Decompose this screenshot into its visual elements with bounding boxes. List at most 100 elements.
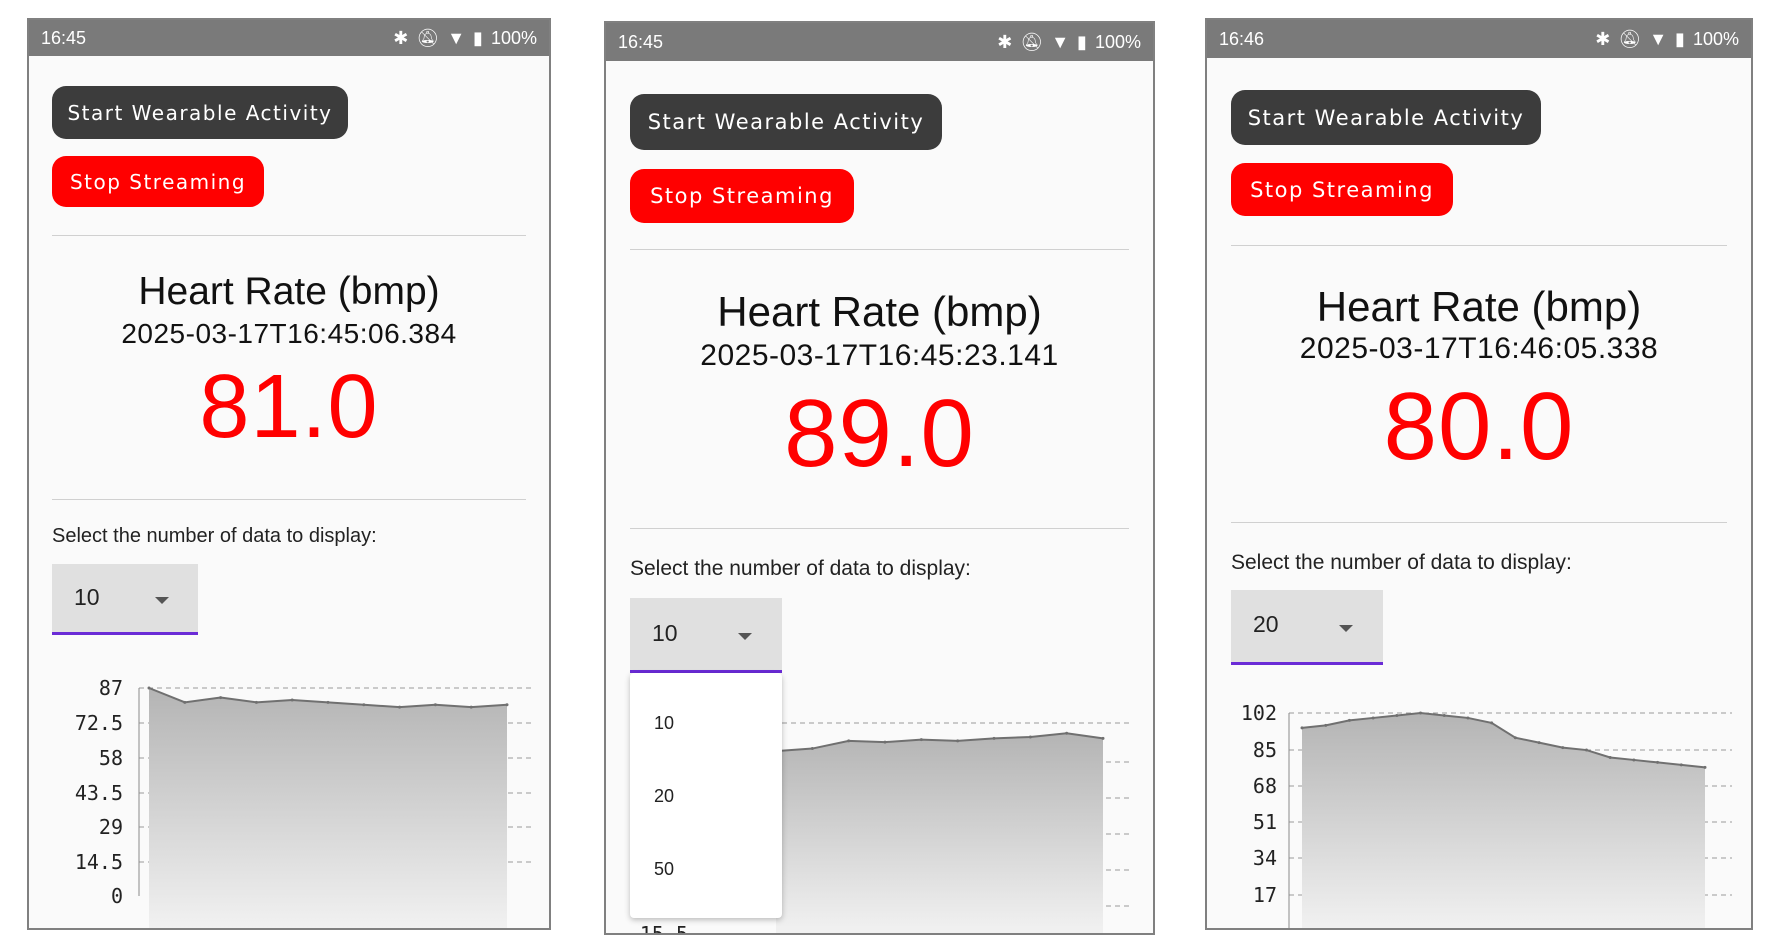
dropdown-option[interactable]: 10 — [654, 713, 674, 734]
y-tick-label: 51 — [1253, 810, 1277, 834]
chevron-down-icon — [1339, 625, 1353, 632]
data-point — [1324, 723, 1328, 727]
dropdown-menu: 10 20 50 — [630, 673, 782, 918]
y-tick-label: 14.5 — [75, 850, 123, 874]
y-tick-label: 68 — [1253, 774, 1277, 798]
data-point — [1371, 716, 1375, 720]
divider — [630, 528, 1129, 529]
heart-rate-chart: 102 85 68 51 34 17 — [1241, 701, 1732, 928]
phone-screen-2: 16:45 ✱ 🔕︎ ▼ ▮ 100% Start Wearable Activ… — [604, 21, 1155, 935]
data-point — [290, 698, 294, 702]
data-point — [810, 747, 814, 751]
y-tick-label: 34 — [1253, 846, 1277, 870]
status-bar: 16:46 ✱ 🔕︎ ▼ ▮ 100% — [1207, 20, 1751, 58]
heart-rate-title: Heart Rate (bmp) — [717, 288, 1042, 335]
stop-streaming-button[interactable]: Stop Streaming — [1231, 163, 1453, 216]
data-point — [433, 703, 437, 707]
data-point — [183, 700, 187, 704]
divider — [52, 235, 526, 236]
y-tick-label: 72.5 — [75, 711, 123, 735]
phone-screen-3: 16:46 ✱ 🔕︎ ▼ ▮ 100% Start Wearable Activ… — [1205, 18, 1753, 930]
y-tick-label: 0 — [111, 884, 123, 908]
timestamp: 2025-03-17T16:46:05.338 — [1299, 332, 1659, 365]
data-point — [1442, 713, 1446, 717]
data-point — [254, 700, 258, 704]
data-point — [1537, 741, 1541, 745]
bluetooth-icon: ✱ — [393, 27, 409, 48]
chevron-down-icon — [155, 597, 169, 604]
bluetooth-icon: ✱ — [997, 31, 1013, 52]
data-count-select[interactable]: 10 — [52, 564, 198, 635]
select-value: 10 — [652, 620, 678, 646]
heart-rate-title: Heart Rate (bmp) — [1316, 283, 1642, 330]
status-time: 16:46 — [1219, 28, 1265, 49]
battery-level: 100% — [1692, 28, 1739, 49]
status-bar: 16:45 ✱ 🔕︎ ▼ ▮ 100% — [29, 20, 549, 56]
data-count-select[interactable]: 10 — [630, 598, 782, 673]
stop-streaming-button[interactable]: Stop Streaming — [630, 169, 854, 223]
battery-level: 100% — [1094, 31, 1141, 52]
data-point — [992, 736, 996, 740]
data-point — [219, 696, 223, 700]
battery-icon: ▮ — [473, 27, 483, 48]
data-point — [1513, 736, 1517, 740]
phone-screen-1: 16:45 ✱ 🔕︎ ▼ ▮ 100% Start Wearable Activ… — [27, 18, 551, 930]
data-point — [1561, 746, 1565, 750]
start-wearable-activity-button[interactable]: Start Wearable Activity — [630, 94, 942, 150]
select-value: 20 — [1253, 611, 1279, 637]
heart-rate-title: Heart Rate (bmp) — [138, 270, 440, 313]
bluetooth-icon: ✱ — [1595, 28, 1611, 49]
data-point — [1632, 758, 1636, 762]
y-tick-label: 17 — [1253, 883, 1277, 907]
wifi-icon: ▼ — [447, 27, 466, 48]
data-point — [1300, 726, 1304, 730]
y-tick-label: 43.5 — [75, 781, 123, 805]
start-wearable-activity-button[interactable]: Start Wearable Activity — [1231, 90, 1541, 145]
y-tick-label: 58 — [99, 746, 123, 770]
timestamp: 2025-03-17T16:45:06.384 — [121, 318, 457, 349]
data-point — [956, 739, 960, 743]
data-point — [919, 738, 923, 742]
data-point — [326, 700, 330, 704]
divider — [1231, 522, 1727, 523]
series-area — [776, 733, 1103, 933]
data-point — [1584, 748, 1588, 752]
data-point — [1466, 716, 1470, 720]
bell-off-icon: 🔕︎ — [416, 27, 440, 48]
select-label: Select the number of data to display: — [1231, 551, 1572, 574]
data-point — [469, 705, 473, 709]
data-point — [1419, 711, 1423, 715]
dropdown-option[interactable]: 50 — [654, 859, 674, 880]
start-wearable-activity-button[interactable]: Start Wearable Activity — [52, 86, 348, 139]
heart-rate-value: 80.0 — [1383, 373, 1575, 480]
data-point — [398, 705, 402, 709]
y-tick-label: 87 — [99, 676, 123, 700]
y-tick-label: 29 — [99, 815, 123, 839]
data-point — [847, 739, 851, 743]
y-tick-label: 85 — [1253, 738, 1277, 762]
data-point — [1608, 755, 1612, 759]
data-point — [1101, 736, 1105, 740]
divider — [1231, 245, 1727, 246]
dropdown-option[interactable]: 20 — [654, 786, 674, 807]
battery-icon: ▮ — [1675, 28, 1685, 49]
stop-streaming-button[interactable]: Stop Streaming — [52, 156, 264, 207]
battery-level: 100% — [490, 27, 537, 48]
y-tick-label: 15.5 — [640, 922, 688, 935]
data-point — [1490, 721, 1494, 725]
wifi-icon: ▼ — [1649, 28, 1668, 49]
timestamp: 2025-03-17T16:45:23.141 — [700, 339, 1059, 372]
data-point — [1703, 765, 1707, 769]
y-tick-label: 102 — [1241, 701, 1277, 725]
bell-off-icon: 🔕︎ — [1020, 31, 1044, 52]
data-point — [362, 703, 366, 707]
data-point — [505, 703, 509, 707]
status-bar: 16:45 ✱ 🔕︎ ▼ ▮ 100% — [606, 23, 1153, 61]
select-label: Select the number of data to display: — [52, 525, 377, 547]
divider — [52, 499, 526, 500]
data-point — [1679, 763, 1683, 767]
battery-icon: ▮ — [1077, 31, 1087, 52]
data-point — [883, 740, 887, 744]
data-count-select[interactable]: 20 — [1231, 590, 1383, 665]
select-label: Select the number of data to display: — [630, 557, 971, 580]
